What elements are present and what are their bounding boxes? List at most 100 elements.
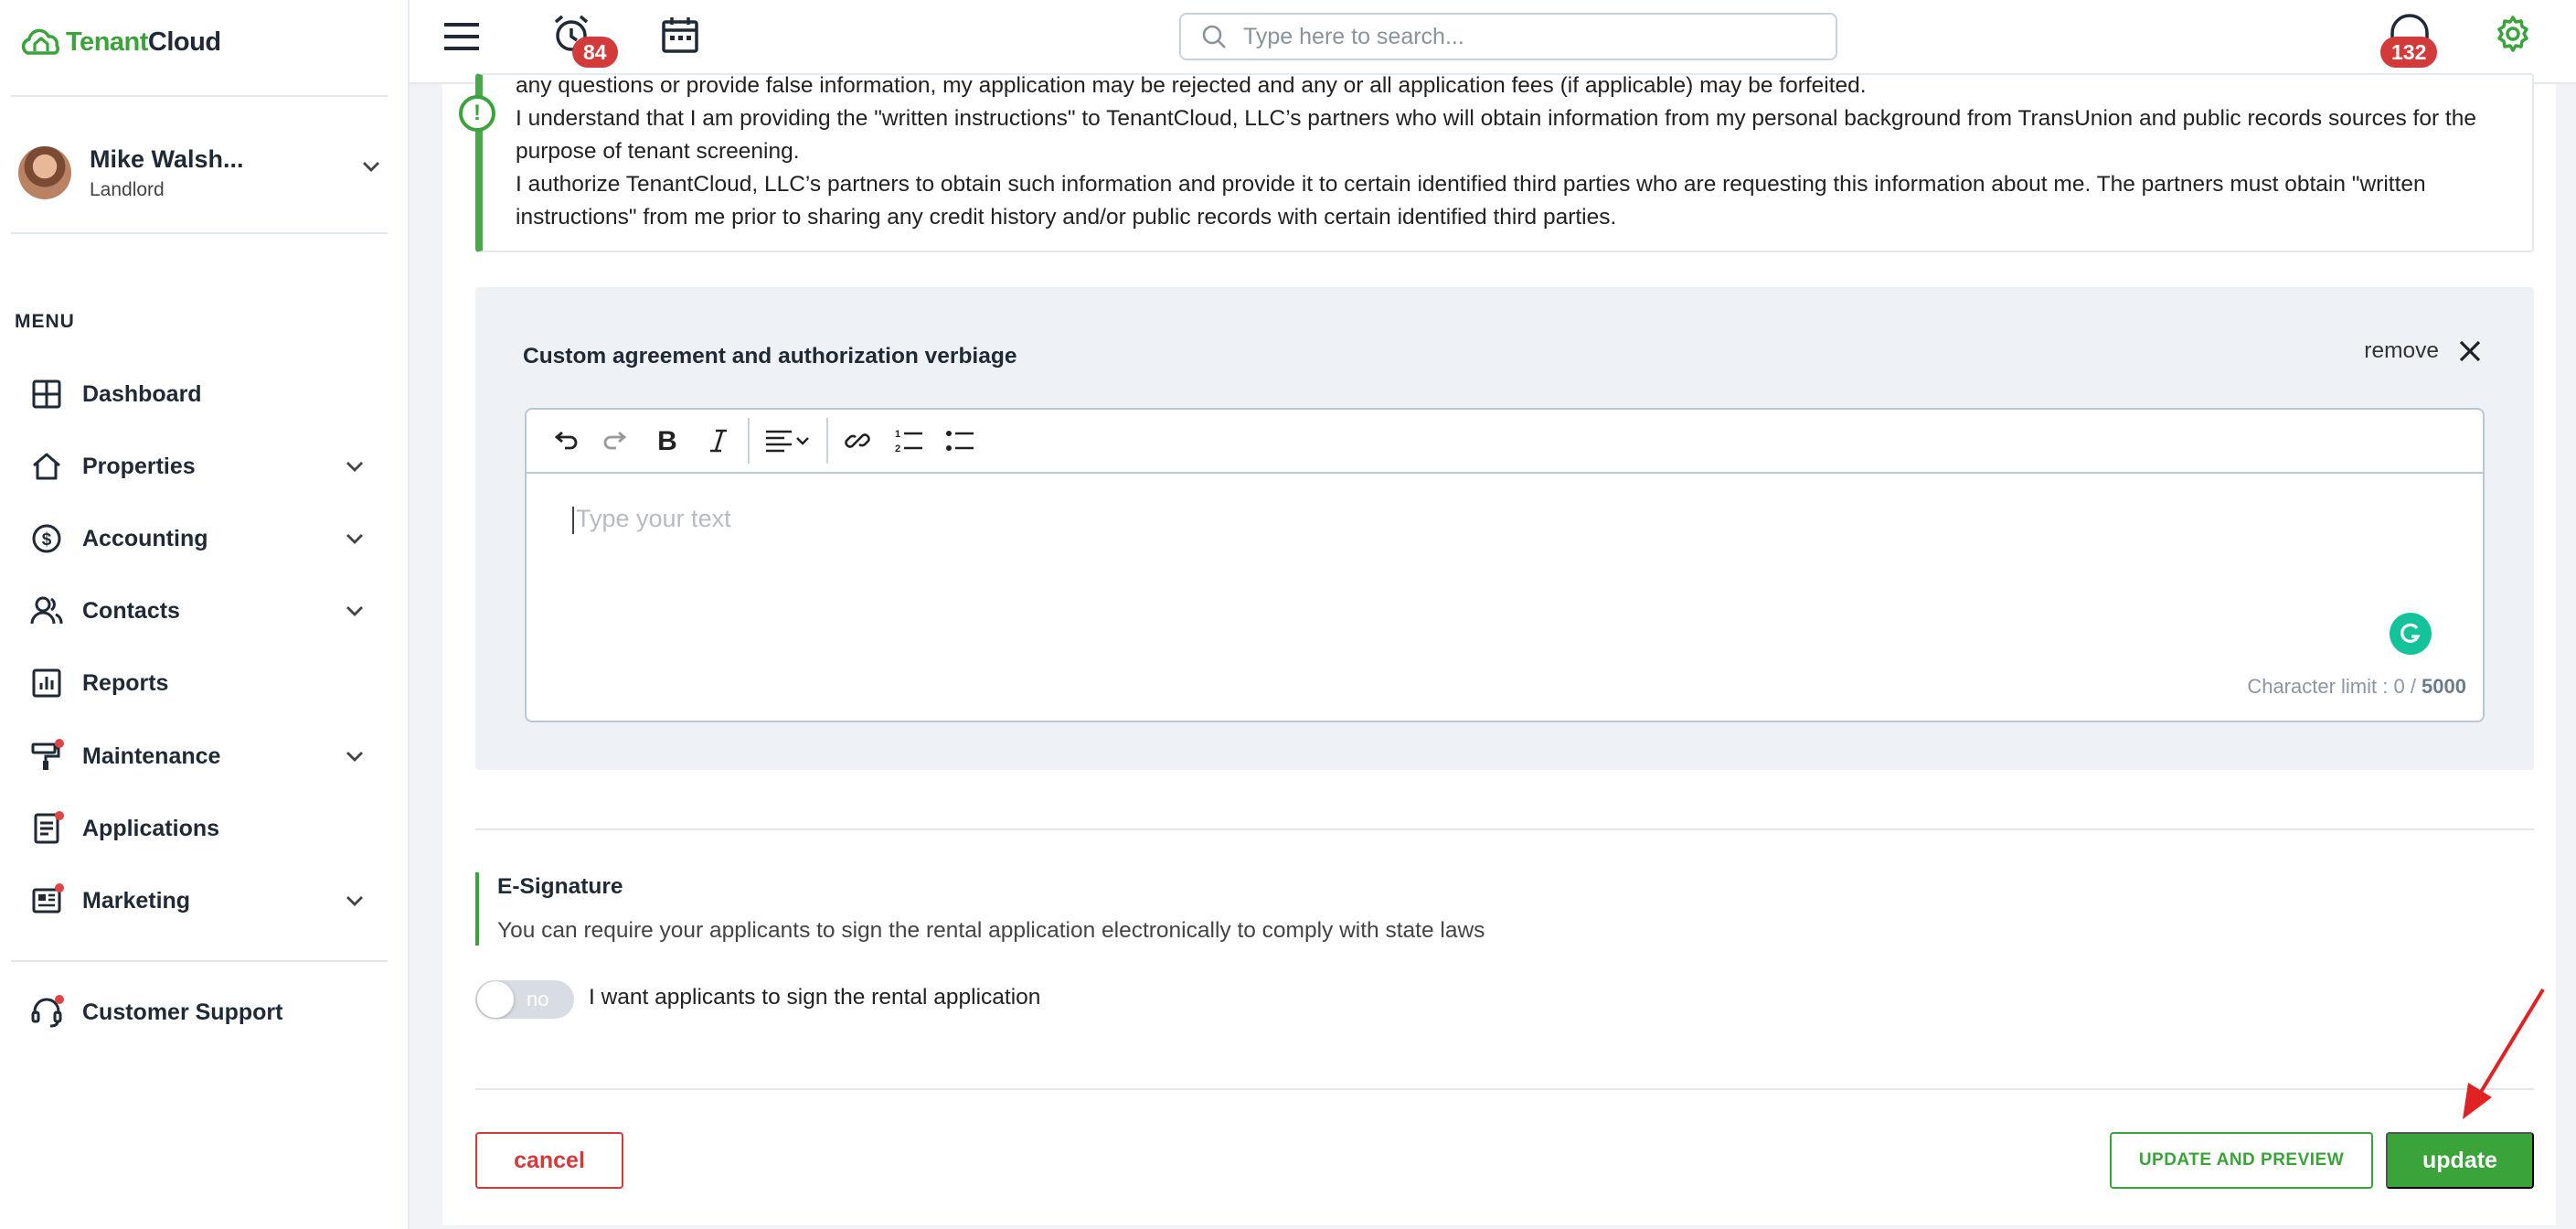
chevron-down-icon[interactable]: [358, 154, 384, 179]
sidebar-item-label: Applications: [82, 815, 220, 841]
bold-icon: B: [657, 426, 677, 455]
sidebar-item-customer-support[interactable]: Customer Support: [29, 989, 367, 1036]
divider: [475, 828, 2534, 830]
sidebar-item-maintenance[interactable]: Maintenance: [29, 732, 367, 780]
sidebar-item-reports[interactable]: Reports: [29, 659, 367, 707]
calendar-button[interactable]: [658, 13, 702, 57]
divider: [11, 232, 388, 234]
dollar-icon: $: [29, 521, 64, 556]
chevron-down-icon: [346, 534, 363, 544]
user-role: Landlord: [90, 178, 165, 200]
link-button[interactable]: [832, 415, 883, 466]
rich-text-editor: B 12 Type your text Character limit: 0 …: [525, 408, 2485, 722]
reports-icon: [29, 666, 64, 700]
sidebar-item-marketing[interactable]: Marketing: [29, 877, 367, 924]
cancel-button[interactable]: cancel: [475, 1132, 623, 1189]
gear-icon: [2497, 16, 2528, 52]
toolbar-separator: [826, 418, 828, 464]
headset-icon: [29, 995, 64, 1030]
ordered-list-button[interactable]: 12: [883, 415, 934, 466]
undo-button[interactable]: [539, 415, 591, 466]
divider: [475, 1088, 2534, 1090]
toolbar-separator: [748, 418, 750, 464]
home-icon: [29, 449, 64, 484]
esignature-toggle[interactable]: no: [475, 980, 574, 1019]
character-limit-max: 5000: [2422, 675, 2466, 698]
tenantcloud-logo[interactable]: TenantCloud: [18, 20, 221, 64]
align-dropdown[interactable]: [753, 415, 823, 466]
close-icon: [2459, 340, 2481, 362]
cloud-house-icon: [21, 28, 59, 55]
sidebar-item-contacts[interactable]: Contacts: [29, 587, 367, 635]
character-limit: Character limit : 0 / 5000: [2247, 675, 2466, 698]
italic-button[interactable]: [693, 415, 744, 466]
update-button[interactable]: update: [2386, 1132, 2534, 1189]
sidebar-item-label: Dashboard: [82, 380, 202, 407]
update-and-preview-button[interactable]: UPDATE AND PREVIEW: [2110, 1132, 2373, 1189]
toggle-knob: [477, 981, 514, 1018]
settings-button[interactable]: [2492, 13, 2534, 55]
menu-icon: [444, 23, 479, 50]
editor-placeholder: Type your text: [576, 505, 731, 532]
sidebar: TenantCloud Mike Walsh... Landlord MENU …: [0, 0, 410, 1229]
hamburger-menu-button[interactable]: [439, 16, 484, 57]
remove-button[interactable]: remove: [2364, 338, 2483, 364]
authorization-notice: any questions or provide false informati…: [475, 73, 2534, 252]
sidebar-item-label: Marketing: [82, 887, 191, 914]
sidebar-item-label: Accounting: [82, 525, 208, 551]
user-profile[interactable]: Mike Walsh... Landlord: [18, 135, 384, 210]
align-left-icon: [766, 430, 792, 453]
bullet-list-button[interactable]: [934, 415, 985, 466]
sidebar-item-properties[interactable]: Properties: [29, 443, 367, 490]
custom-agreement-section: Custom agreement and authorization verbi…: [475, 287, 2534, 770]
support-button[interactable]: 132: [2380, 9, 2438, 68]
remove-label: remove: [2364, 338, 2439, 363]
logo-text: TenantCloud: [66, 27, 221, 57]
sidebar-item-label: Maintenance: [82, 743, 221, 769]
undo-icon: [554, 431, 578, 450]
esignature-section: E-Signature You can require your applica…: [475, 872, 1572, 946]
sidebar-item-label: Customer Support: [82, 999, 283, 1025]
toggle-state-label: no: [527, 988, 549, 1010]
contacts-icon: [29, 593, 64, 628]
newspaper-icon: [29, 883, 64, 918]
search-input[interactable]: [1243, 23, 1792, 50]
sidebar-item-accounting[interactable]: $ Accounting: [29, 515, 367, 562]
calendar-icon: [662, 17, 698, 53]
editor-toolbar: B 12: [527, 410, 2483, 474]
esignature-description: You can require your applicants to sign …: [497, 918, 1485, 943]
bullet-list-icon: [946, 431, 974, 451]
svg-text:2: 2: [895, 444, 900, 454]
grammarly-button[interactable]: [2390, 613, 2432, 655]
notice-line: any questions or provide false informati…: [516, 73, 1867, 98]
search-box[interactable]: [1179, 13, 1837, 60]
sidebar-item-applications[interactable]: Applications: [29, 805, 367, 852]
editor-text-area[interactable]: Type your text: [572, 505, 731, 534]
sidebar-item-label: Contacts: [82, 597, 180, 624]
notification-dot: [55, 739, 64, 748]
redo-button[interactable]: [591, 415, 642, 466]
notification-dot: [55, 811, 64, 820]
alarm-button[interactable]: 84: [548, 11, 618, 68]
chevron-down-icon: [346, 752, 363, 762]
grammarly-icon: [2400, 623, 2421, 643]
alarm-badge: 84: [572, 37, 618, 68]
sidebar-item-label: Properties: [82, 453, 196, 479]
bold-button[interactable]: B: [642, 415, 693, 466]
link-icon: [845, 433, 870, 448]
avatar: [18, 146, 71, 199]
top-bar: 84 132: [410, 0, 2576, 84]
chevron-down-icon: [346, 462, 363, 472]
notification-dot: [55, 995, 64, 1004]
notification-dot: [55, 883, 64, 892]
dashboard-icon: [29, 377, 64, 411]
svg-text:$: $: [42, 530, 52, 550]
menu-heading: MENU: [15, 311, 75, 332]
sidebar-item-dashboard[interactable]: Dashboard: [29, 370, 367, 418]
chevron-down-icon: [796, 437, 809, 445]
esignature-toggle-label: I want applicants to sign the rental app…: [589, 985, 1041, 1010]
chevron-down-icon: [346, 606, 363, 616]
ordered-list-icon: 12: [895, 429, 922, 454]
custom-agreement-title: Custom agreement and authorization verbi…: [523, 344, 1017, 369]
divider: [11, 960, 388, 962]
